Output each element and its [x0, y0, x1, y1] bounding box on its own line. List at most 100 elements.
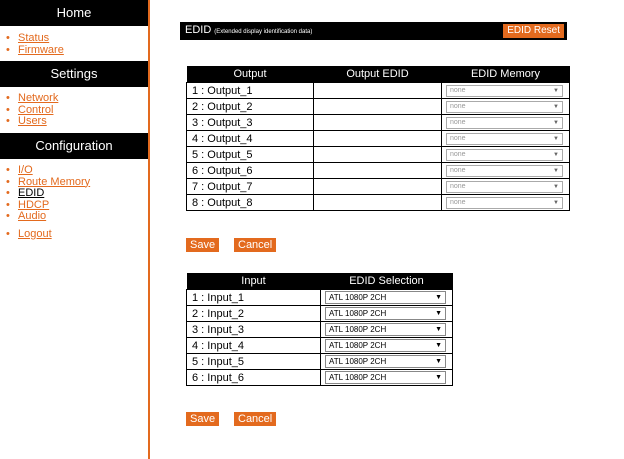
edid-memory-value: none: [450, 182, 466, 190]
edid-memory-cell: none ▼: [441, 98, 570, 115]
chevron-down-icon: ▼: [553, 151, 559, 158]
chevron-down-icon: ▼: [553, 167, 559, 174]
sidebar-item-logout[interactable]: • Logout: [6, 228, 52, 241]
input-table-header-row: Input EDID Selection: [186, 273, 453, 290]
edid-memory-select[interactable]: none ▼: [446, 164, 563, 177]
edid-selection-select[interactable]: ATL 1080P 2CH ▼: [325, 291, 446, 304]
sidebar-link-audio[interactable]: Audio: [18, 210, 46, 222]
sidebar-link-network[interactable]: Network: [18, 92, 58, 104]
page-subtitle: (Extended display identification data): [214, 29, 313, 35]
sidebar-link-io[interactable]: I/O: [18, 164, 33, 176]
edid-selection-select[interactable]: ATL 1080P 2CH ▼: [325, 355, 446, 368]
output-cancel-button[interactable]: Cancel: [234, 238, 277, 252]
edid-memory-cell: none ▼: [441, 114, 570, 131]
edid-selection-cell: ATL 1080P 2CH ▼: [320, 305, 453, 322]
edid-selection-value: ATL 1080P 2CH: [329, 341, 387, 350]
output-edid-table: Output Output EDID EDID Memory 1 : Outpu…: [186, 66, 570, 211]
sidebar-link-logout[interactable]: Logout: [18, 228, 52, 240]
edid-selection-value: ATL 1080P 2CH: [329, 325, 387, 334]
edid-selection-select[interactable]: ATL 1080P 2CH ▼: [325, 371, 446, 384]
bullet-icon: •: [6, 92, 10, 104]
sidebar-link-firmware[interactable]: Firmware: [18, 44, 64, 56]
edid-header-bar: EDID (Extended display identification dat…: [180, 22, 567, 40]
sidebar-link-status[interactable]: Status: [18, 32, 49, 44]
output-row: 1 : Output_1 none ▼: [186, 82, 570, 99]
edid-selection-value: ATL 1080P 2CH: [329, 309, 387, 318]
chevron-down-icon: ▼: [553, 87, 559, 94]
output-edid-cell: [313, 98, 442, 115]
input-table-body: 1 : Input_1 ATL 1080P 2CH ▼ 2 : Input_2 ATL …: [186, 289, 453, 386]
edid-selection-value: ATL 1080P 2CH: [329, 357, 387, 366]
output-table-body: 1 : Output_1 none ▼ 2 : Output_2 none ▼ 3 : Ou…: [186, 82, 570, 211]
chevron-down-icon: ▼: [553, 103, 559, 110]
edid-memory-select[interactable]: none ▼: [446, 196, 563, 209]
sidebar-item-firmware[interactable]: • Firmware: [6, 44, 64, 57]
edid-memory-select[interactable]: none ▼: [446, 132, 563, 145]
edid-reset-button[interactable]: EDID Reset: [503, 24, 564, 38]
edid-memory-cell: none ▼: [441, 178, 570, 195]
sidebar-link-hdcp[interactable]: HDCP: [18, 199, 49, 211]
input-save-button[interactable]: Save: [186, 412, 220, 426]
output-row: 8 : Output_8 none ▼: [186, 194, 570, 211]
edid-memory-cell: none ▼: [441, 162, 570, 179]
edid-selection-value: ATL 1080P 2CH: [329, 293, 387, 302]
edid-selection-cell: ATL 1080P 2CH ▼: [320, 369, 453, 386]
output-row: 7 : Output_7 none ▼: [186, 178, 570, 195]
output-name-cell: 7 : Output_7: [186, 178, 314, 195]
edid-memory-value: none: [450, 102, 466, 110]
chevron-down-icon: ▼: [553, 199, 559, 206]
sidebar-item-audio[interactable]: • Audio: [6, 210, 90, 223]
input-row: 6 : Input_6 ATL 1080P 2CH ▼: [186, 369, 453, 386]
input-name-cell: 5 : Input_5: [186, 353, 321, 370]
settings-menu: • Network • Control • Users: [6, 92, 58, 128]
input-name-cell: 3 : Input_3: [186, 321, 321, 338]
edid-memory-value: none: [450, 118, 466, 126]
input-cancel-button[interactable]: Cancel: [234, 412, 277, 426]
output-name-cell: 6 : Output_6: [186, 162, 314, 179]
sidebar-link-edid[interactable]: EDID: [18, 187, 44, 199]
edid-memory-select[interactable]: none ▼: [446, 180, 563, 193]
home-menu: • Status • Firmware: [6, 32, 64, 57]
input-edid-table: Input EDID Selection 1 : Input_1 ATL 1080…: [186, 273, 453, 386]
sidebar-link-users[interactable]: Users: [18, 115, 47, 127]
output-edid-cell: [313, 162, 442, 179]
bullet-icon: •: [6, 32, 10, 44]
input-name-cell: 6 : Input_6: [186, 369, 321, 386]
output-column-header: Output: [186, 66, 314, 83]
output-edid-cell: [313, 146, 442, 163]
logout-menu: • Logout: [6, 228, 52, 241]
sidebar-item-users[interactable]: • Users: [6, 115, 58, 128]
input-row: 1 : Input_1 ATL 1080P 2CH ▼: [186, 289, 453, 306]
input-name-cell: 2 : Input_2: [186, 305, 321, 322]
configuration-section-title: Configuration: [0, 133, 148, 159]
chevron-down-icon: ▼: [435, 310, 442, 317]
chevron-down-icon: ▼: [553, 135, 559, 142]
output-save-button[interactable]: Save: [186, 238, 220, 252]
edid-memory-select[interactable]: none ▼: [446, 116, 563, 129]
chevron-down-icon: ▼: [553, 183, 559, 190]
edid-selection-select[interactable]: ATL 1080P 2CH ▼: [325, 339, 446, 352]
output-edid-cell: [313, 130, 442, 147]
output-row: 3 : Output_3 none ▼: [186, 114, 570, 131]
edid-selection-select[interactable]: ATL 1080P 2CH ▼: [325, 323, 446, 336]
input-row: 3 : Input_3 ATL 1080P 2CH ▼: [186, 321, 453, 338]
edid-memory-select[interactable]: none ▼: [446, 100, 563, 113]
sidebar-link-route-memory[interactable]: Route Memory: [18, 176, 90, 188]
output-edid-cell: [313, 114, 442, 131]
bullet-icon: •: [6, 210, 10, 222]
edid-selection-cell: ATL 1080P 2CH ▼: [320, 353, 453, 370]
configuration-menu: • I/O • Route Memory • EDID • HDCP • Audio: [6, 164, 90, 223]
output-name-cell: 4 : Output_4: [186, 130, 314, 147]
sidebar-link-control[interactable]: Control: [18, 104, 53, 116]
settings-section-title: Settings: [0, 61, 148, 87]
edid-selection-cell: ATL 1080P 2CH ▼: [320, 289, 453, 306]
edid-memory-select[interactable]: none ▼: [446, 148, 563, 161]
bullet-icon: •: [6, 164, 10, 176]
edid-selection-cell: ATL 1080P 2CH ▼: [320, 321, 453, 338]
main-content: EDID (Extended display identification dat…: [150, 0, 624, 459]
edid-memory-select[interactable]: none ▼: [446, 84, 563, 97]
home-section-title: Home: [0, 0, 148, 26]
edid-selection-select[interactable]: ATL 1080P 2CH ▼: [325, 307, 446, 320]
edid-memory-cell: none ▼: [441, 82, 570, 99]
edid-selection-value: ATL 1080P 2CH: [329, 373, 387, 382]
